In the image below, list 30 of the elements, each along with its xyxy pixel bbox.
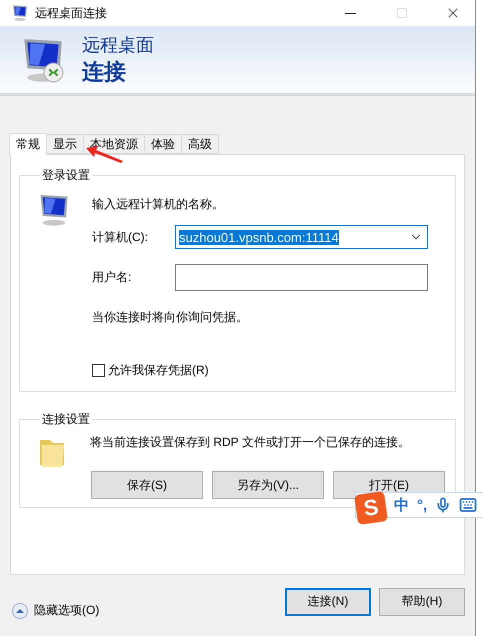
maximize-icon	[396, 7, 408, 19]
group-title: 登录设置	[41, 167, 91, 184]
minimize-icon	[345, 12, 356, 14]
description-text: 将当前连接设置保存到 RDP 文件或打开一个已保存的连接。	[90, 434, 411, 451]
dialog-button[interactable]: 连接(N)	[285, 588, 371, 616]
computer-combo-field[interactable]: suzhou01.vpsnb.com:11114	[175, 225, 428, 249]
checkbox-label: 允许我保存凭据(R)	[108, 362, 209, 379]
field-label: 计算机(C):	[92, 228, 149, 246]
dialog-button[interactable]: 保存(S)	[91, 471, 203, 499]
group-title: 连接设置	[41, 411, 91, 428]
banner-subtitle: 连接	[82, 58, 127, 86]
tab[interactable]: 显示	[46, 134, 84, 154]
microphone-icon[interactable]	[435, 497, 452, 513]
prompt-text: 输入远程计算机的名称。	[92, 196, 225, 213]
banner-title: 远程桌面	[82, 34, 154, 56]
checkbox[interactable]	[92, 364, 105, 377]
username-input-field[interactable]	[175, 264, 428, 291]
tab[interactable]: 体验	[144, 134, 182, 154]
app-icon	[11, 4, 29, 22]
note-text: 当你连接时将向你询问凭据。	[92, 309, 249, 326]
tab[interactable]: 高级	[181, 134, 219, 154]
collapse-icon	[12, 602, 28, 618]
window-title: 远程桌面连接	[35, 4, 108, 22]
dialog-button[interactable]: 另存为(V)...	[212, 471, 324, 499]
hide-options-button[interactable]: 隐藏选项(O)	[12, 602, 100, 619]
tab[interactable]: 常规	[9, 133, 47, 155]
keyboard-icon[interactable]	[459, 496, 478, 514]
punctuation-toggle[interactable]: °,	[417, 496, 428, 514]
field-label: 用户名:	[92, 269, 132, 286]
dialog-button[interactable]: 帮助(H)	[379, 588, 465, 616]
